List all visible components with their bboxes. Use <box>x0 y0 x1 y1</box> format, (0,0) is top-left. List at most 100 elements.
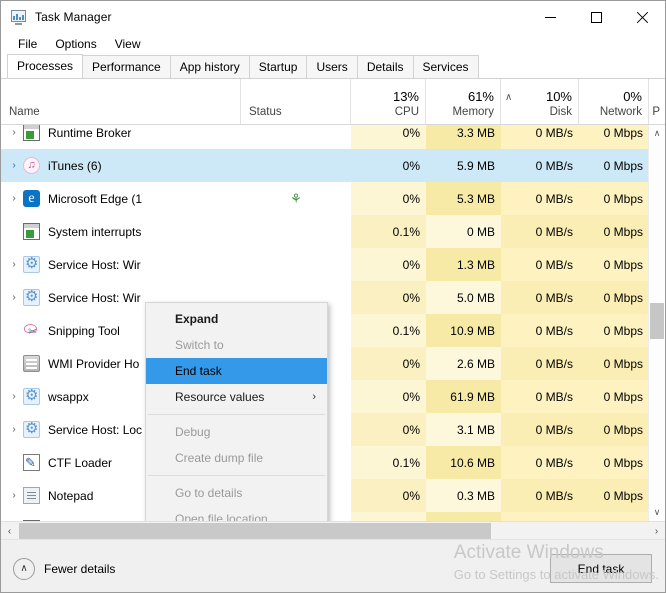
table-row[interactable]: › Microsoft Edge (1 ⚘ 0%5.3 MB0 MB/s0 Mbps <box>1 182 665 215</box>
scroll-down-arrow-icon[interactable]: ∨ <box>649 504 665 521</box>
column-header-power[interactable]: P <box>649 79 665 124</box>
menu-view[interactable]: View <box>106 35 150 53</box>
cell-cpu: 0% <box>351 413 426 446</box>
tab-app-history[interactable]: App history <box>169 55 250 78</box>
maximize-button[interactable] <box>573 1 619 33</box>
cell-network: 0 Mbps <box>579 248 649 281</box>
cell-memory: 2.6 MB <box>426 347 501 380</box>
context-menu-item-create-dump-file: Create dump file <box>146 445 327 471</box>
menu-bar: File Options View <box>1 33 665 55</box>
column-label-memory: Memory <box>452 106 494 118</box>
cell-name: › Runtime Broker <box>1 125 241 149</box>
tab-processes[interactable]: Processes <box>7 54 84 78</box>
column-header-memory[interactable]: 61% Memory <box>426 79 501 124</box>
menu-file[interactable]: File <box>9 35 46 53</box>
fewer-details-button[interactable]: ∧ Fewer details <box>13 557 115 580</box>
cell-cpu: 0% <box>351 281 426 314</box>
table-row[interactable]: › Runtime Broker 0% 3.3 MB 0 MB/s 0 Mbps <box>1 125 665 149</box>
cell-network: 0 Mbps <box>579 215 649 248</box>
context-menu: Expand Switch to End task Resource values › D… <box>145 302 328 521</box>
cell-name: › Microsoft Edge (1 <box>1 182 241 215</box>
cell-cpu: 0% <box>351 347 426 380</box>
edge-icon <box>23 189 40 208</box>
cell-network: 0 Mbps <box>579 479 649 512</box>
cell-network: 0 Mbps <box>579 314 649 347</box>
expand-chevron-icon[interactable]: › <box>5 193 23 204</box>
column-header-network[interactable]: 0% Network <box>579 79 649 124</box>
tab-startup[interactable]: Startup <box>248 55 308 78</box>
cell-disk: 0 MB/s <box>501 479 579 512</box>
menu-separator <box>148 475 325 476</box>
ctf-icon <box>23 454 40 471</box>
expand-chevron-icon[interactable]: › <box>5 127 23 138</box>
column-label-name: Name <box>9 106 40 118</box>
column-header-row: Name Status 13% CPU 61% Memory 10% Disk ∧ 0% Netwo… <box>1 79 665 125</box>
expand-chevron-icon[interactable]: › <box>5 160 23 171</box>
context-menu-item-label: Open file location <box>175 512 268 521</box>
tab-services[interactable]: Services <box>412 55 479 78</box>
cell-name: › iTunes (6) <box>1 149 241 182</box>
vertical-scrollbar[interactable]: ∧ ∨ <box>648 125 665 521</box>
expand-chevron-icon[interactable]: › <box>5 391 23 402</box>
horizontal-scroll-thumb[interactable] <box>19 523 491 539</box>
cell-memory: 10.6 MB <box>426 446 501 479</box>
vertical-scroll-thumb[interactable] <box>650 303 664 339</box>
context-menu-item-expand[interactable]: Expand <box>146 306 327 332</box>
scroll-up-arrow-icon[interactable]: ∧ <box>649 125 665 142</box>
tab-users[interactable]: Users <box>306 55 358 78</box>
cell-disk: 0 MB/s <box>501 413 579 446</box>
cell-cpu: 0% <box>351 479 426 512</box>
table-row[interactable]: › Service Host: Wir 0%1.3 MB0 MB/s0 Mbps <box>1 248 665 281</box>
cell-network: 0 Mbps <box>579 512 649 521</box>
context-menu-item-label: Go to details <box>175 486 243 500</box>
cell-memory: 5.3 MB <box>426 182 501 215</box>
close-button[interactable] <box>619 1 665 33</box>
expand-chevron-icon[interactable]: › <box>5 259 23 270</box>
column-header-name[interactable]: Name <box>1 79 241 124</box>
sort-ascending-icon: ∧ <box>505 92 513 103</box>
column-label-cpu: CPU <box>394 106 419 118</box>
cell-cpu: 0.1% <box>351 446 426 479</box>
cell-memory: 0 MB <box>426 215 501 248</box>
cell-cpu: 0.1% <box>351 314 426 347</box>
cell-network: 0 Mbps <box>579 446 649 479</box>
expand-chevron-icon[interactable]: › <box>5 292 23 303</box>
cell-disk: 0 MB/s <box>501 347 579 380</box>
cell-disk: 0 MB/s <box>501 125 579 149</box>
context-menu-item-end-task[interactable]: End task <box>146 358 327 384</box>
minimize-button[interactable] <box>527 1 573 33</box>
notepad-icon <box>23 487 40 504</box>
context-menu-item-switch-to: Switch to <box>146 332 327 358</box>
context-menu-item-open-file-location: Open file location <box>146 506 327 521</box>
column-usage-disk: 10% <box>545 89 572 104</box>
tab-performance[interactable]: Performance <box>82 55 171 78</box>
context-menu-item-resource-values[interactable]: Resource values › <box>146 384 327 410</box>
window-icon <box>23 125 40 141</box>
cell-network: 0 Mbps <box>579 182 649 215</box>
column-label-disk: Disk <box>549 106 572 118</box>
leaf-icon: ⚘ <box>290 191 302 206</box>
table-row[interactable]: System interrupts 0.1% 0 MB 0 MB/s 0 Mbps <box>1 215 665 248</box>
window-controls <box>527 1 665 33</box>
column-header-status[interactable]: Status <box>241 79 351 124</box>
tab-details[interactable]: Details <box>356 55 414 78</box>
column-header-disk[interactable]: 10% Disk ∧ <box>501 79 579 124</box>
process-name: WMI Provider Ho <box>48 356 140 371</box>
horizontal-scrollbar[interactable]: ‹ › <box>1 521 665 539</box>
end-task-button[interactable]: End task <box>550 554 652 583</box>
cell-status <box>241 248 351 281</box>
process-name: Snipping Tool <box>48 323 120 338</box>
wmi-icon <box>23 355 40 372</box>
menu-options[interactable]: Options <box>46 35 105 53</box>
table-row[interactable]: › iTunes (6) 0%5.9 MB0 MB/s0 Mbps <box>1 149 665 182</box>
window-icon <box>23 223 40 240</box>
cell-disk: 0 MB/s <box>501 281 579 314</box>
cell-network: 0 Mbps <box>579 125 649 149</box>
cell-memory: 5.9 MB <box>426 149 501 182</box>
cell-memory: 1.6 MB <box>426 512 501 521</box>
column-header-cpu[interactable]: 13% CPU <box>351 79 426 124</box>
expand-chevron-icon[interactable]: › <box>5 424 23 435</box>
scroll-right-arrow-icon[interactable]: › <box>648 522 665 540</box>
scroll-left-arrow-icon[interactable]: ‹ <box>1 522 18 540</box>
expand-chevron-icon[interactable]: › <box>5 490 23 501</box>
